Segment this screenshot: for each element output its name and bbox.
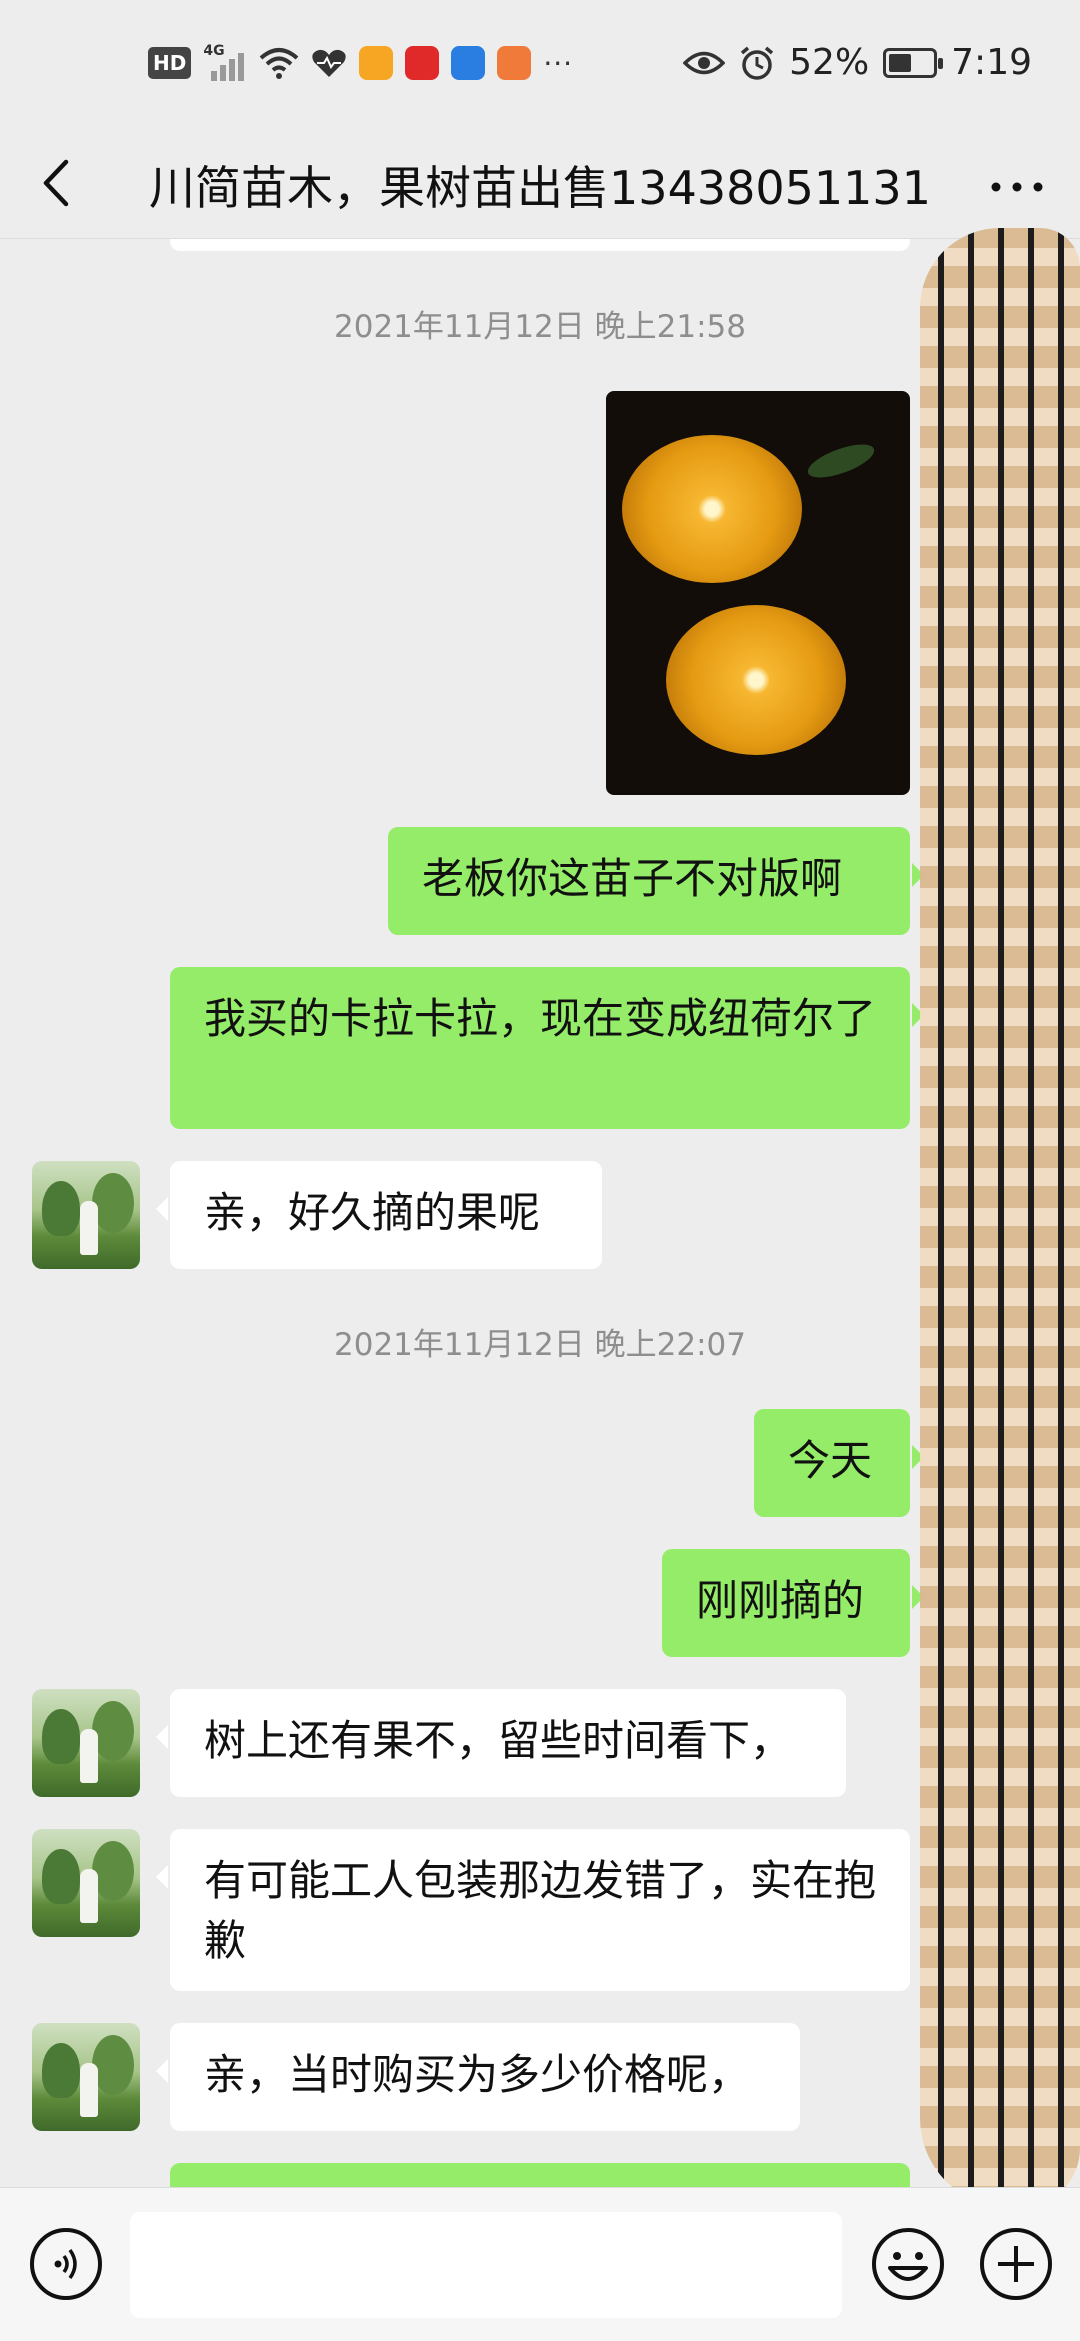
more-notifications-icon: ···: [543, 46, 574, 80]
app-notification-icon: [359, 46, 394, 80]
alarm-icon: [741, 46, 774, 80]
message-row-outgoing: [0, 2163, 1080, 2187]
message-bubble-incoming[interactable]: 树上还有果不，留些时间看下，: [156, 1689, 846, 1797]
message-row-outgoing: 今天: [0, 1409, 1080, 1517]
orange-half-image: [622, 435, 802, 583]
message-input[interactable]: [130, 2212, 842, 2318]
hd-badge: HD: [148, 47, 192, 79]
contact-avatar[interactable]: [32, 1829, 140, 1937]
leaf-image: [804, 437, 878, 485]
image-message[interactable]: [606, 391, 910, 795]
signal-icon: 4G: [203, 43, 247, 81]
message-bubble-outgoing-partial[interactable]: [170, 2163, 910, 2187]
app-notification-icon: [405, 46, 440, 80]
emoji-icon[interactable]: [870, 2226, 946, 2302]
message-bubble-outgoing[interactable]: 我买的卡拉卡拉，现在变成纽荷尔了: [170, 967, 924, 1129]
contact-avatar[interactable]: [32, 1161, 140, 1269]
message-row-incoming: 树上还有果不，留些时间看下，: [0, 1689, 1080, 1797]
eye-icon: [683, 51, 726, 74]
message-bubble-incoming[interactable]: 亲，好久摘的果呢: [156, 1161, 602, 1269]
message-bubble-incoming[interactable]: 亲，当时购买为多少价格呢，: [156, 2023, 800, 2131]
chat-title: 川简苗木，果树苗出售13438051131: [149, 161, 931, 215]
message-row-outgoing: 老板你这苗子不对版啊: [0, 827, 1080, 935]
health-heart-icon: [312, 49, 347, 77]
status-right: 52% 7:19: [683, 42, 1032, 83]
status-bar: HD 4G ··· 52% 7:19: [0, 0, 1080, 130]
voice-icon[interactable]: [30, 2228, 102, 2300]
battery-percent: 52%: [789, 42, 870, 83]
plus-icon[interactable]: [978, 2226, 1054, 2302]
battery-level: [889, 53, 912, 72]
chat-header: 川简苗木，果树苗出售13438051131: [0, 130, 1080, 239]
orange-half-image: [666, 605, 846, 755]
app-notification-icon: [451, 46, 486, 80]
privacy-sticker-overlay: [920, 228, 1080, 2208]
contact-avatar[interactable]: [32, 2023, 140, 2131]
timestamp: 2021年11月12日 晚上21:58: [334, 309, 746, 345]
message-row-incoming: 亲，好久摘的果呢: [0, 1161, 1080, 1269]
network-type-label: 4G: [203, 43, 225, 59]
previous-message-bubble: [170, 239, 910, 251]
wifi-icon: [260, 48, 299, 79]
message-row-outgoing: 我买的卡拉卡拉，现在变成纽荷尔了: [0, 967, 1080, 1129]
app-notification-icon: [497, 46, 532, 80]
message-input-bar: [0, 2187, 1080, 2341]
message-bubble-outgoing[interactable]: 老板你这苗子不对版啊: [388, 827, 924, 935]
timestamp: 2021年11月12日 晚上22:07: [334, 1327, 746, 1363]
message-row-incoming: 亲，当时购买为多少价格呢，: [0, 2023, 1080, 2131]
message-bubble-incoming[interactable]: 有可能工人包装那边发错了，实在抱歉: [156, 1829, 910, 1991]
message-row-outgoing: 刚刚摘的: [0, 1549, 1080, 1657]
clock: 7:19: [951, 42, 1032, 83]
message-bubble-outgoing[interactable]: 今天: [754, 1409, 924, 1517]
chat-message-list[interactable]: 2021年11月12日 晚上21:58 老板你这苗子不对版啊 我买的卡拉卡拉，现…: [0, 239, 1080, 2187]
battery-icon: [883, 47, 944, 78]
more-dots-icon[interactable]: [982, 152, 1052, 212]
message-row-incoming: 有可能工人包装那边发错了，实在抱歉: [0, 1829, 1080, 1991]
message-bubble-outgoing[interactable]: 刚刚摘的: [662, 1549, 924, 1657]
contact-avatar[interactable]: [32, 1689, 140, 1797]
status-left-icons: HD 4G ···: [148, 43, 574, 81]
